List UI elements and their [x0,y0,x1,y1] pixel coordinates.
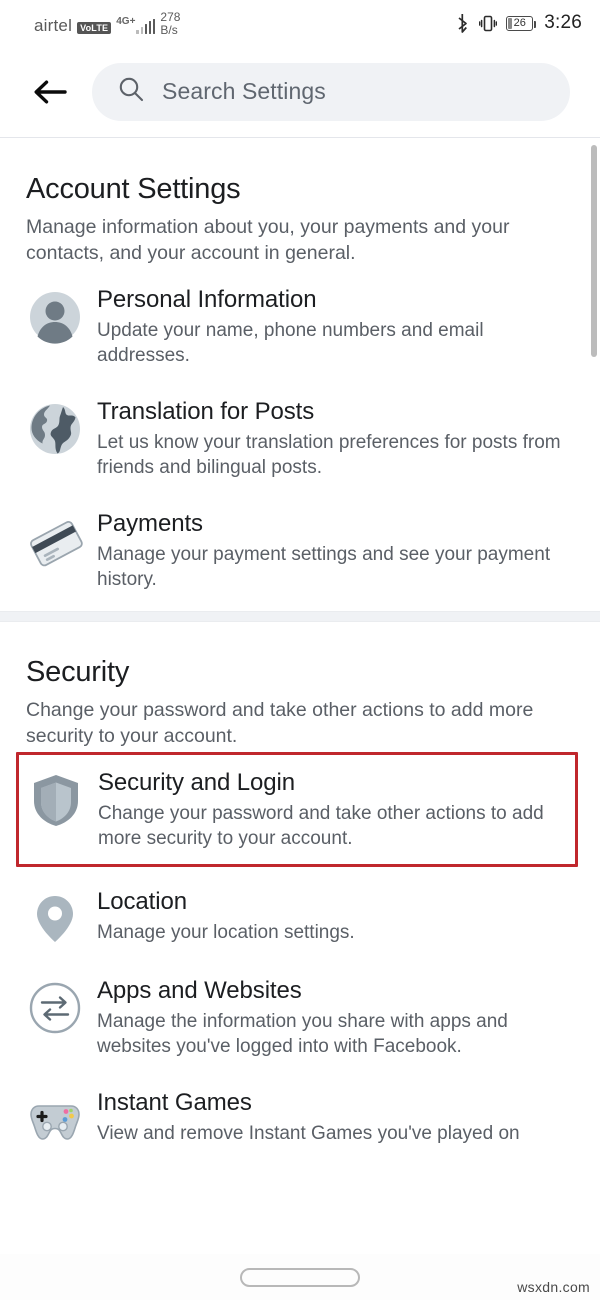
security-section-title: Security [26,655,130,688]
settings-row-personal-information[interactable]: Personal Information Update your name, p… [0,267,600,379]
settings-row-subtitle: Manage your payment settings and see you… [97,544,551,591]
status-bar-left: airtel VoLTE 4G+ 278 B/s [34,11,180,36]
credit-card-icon [26,512,84,570]
settings-row-subtitle: Manage your location settings. [97,922,355,944]
section-divider [0,610,600,622]
settings-row-subtitle: Manage the information you share with ap… [97,1011,508,1057]
settings-row-title: Instant Games [97,1088,252,1116]
settings-row-location[interactable]: Location Manage your location settings. [0,869,600,958]
location-pin-icon [26,890,84,948]
settings-row-instant-games[interactable]: Instant Games View and remove Instant Ga… [0,1070,600,1159]
data-speed-indicator: 278 B/s [160,11,180,36]
settings-row-body: Location Manage your location settings. [97,886,355,946]
settings-row-title: Location [97,887,187,915]
settings-row-body: Payments Manage your payment settings an… [97,508,567,593]
gamepad-icon [26,1091,84,1149]
status-bar: airtel VoLTE 4G+ 278 B/s 26 3:26 [0,0,600,46]
settings-row-translation-for-posts[interactable]: Translation for Posts Let us know your t… [0,379,600,491]
two-way-arrows-icon [26,979,84,1037]
settings-row-payments[interactable]: Payments Manage your payment settings an… [0,491,600,603]
bottom-navigation-bar [0,1254,600,1300]
data-speed-unit: B/s [160,22,178,37]
settings-scroll-area[interactable]: Account Settings Manage information abou… [0,139,600,1300]
home-indicator-pill[interactable] [240,1267,360,1287]
status-bar-right: 26 3:26 [455,12,582,34]
battery-indicator: 26 [506,15,537,31]
settings-row-subtitle: View and remove Instant Games you've pla… [97,1123,520,1145]
settings-row-subtitle: Update your name, phone numbers and emai… [97,320,484,367]
account-settings-header: Account Settings Manage information abou… [0,139,600,267]
back-arrow-icon [34,80,67,103]
settings-row-body: Apps and Websites Manage the information… [97,975,567,1060]
signal-strength-indicator: 4G+ [116,16,156,35]
security-section-description: Change your password and take other acti… [26,698,534,747]
content-fade-mask [0,1230,600,1254]
settings-row-subtitle: Let us know your translation preferences… [97,432,561,479]
settings-row-apps-and-websites[interactable]: Apps and Websites Manage the information… [0,958,600,1070]
carrier-label: airtel [34,16,73,36]
settings-row-body: Personal Information Update your name, p… [97,284,567,369]
settings-row-title: Personal Information [97,285,317,313]
battery-percent-label: 26 [513,16,526,29]
battery-fill [508,17,513,29]
account-settings-description: Manage information about you, your payme… [26,216,510,264]
settings-row-body: Translation for Posts Let us know your t… [97,396,567,481]
settings-row-title: Payments [97,509,203,537]
vertical-scrollbar[interactable] [591,145,597,357]
page-title: Account Settings [26,173,241,205]
settings-row-title: Translation for Posts [97,397,315,425]
section-account-settings: Account Settings Manage information abou… [0,139,600,611]
back-button[interactable] [28,70,72,114]
settings-row-security-and-login[interactable]: Security and Login Change your password … [16,751,578,867]
vibrate-icon [479,14,498,33]
person-avatar-icon [26,288,84,346]
search-input[interactable]: Search Settings [92,62,570,121]
globe-icon [26,400,84,458]
app-header: Search Settings [0,46,600,138]
settings-row-subtitle: Change your password and take other acti… [98,803,544,849]
signal-bars-icon [136,19,156,35]
watermark-label: wsxdn.com [517,1279,590,1295]
bluetooth-icon [455,13,470,33]
search-placeholder-text: Search Settings [162,78,326,104]
search-icon [118,76,144,107]
volte-badge: VoLTE [77,22,112,35]
settings-row-body: Security and Login Change your password … [98,767,548,852]
settings-row-title: Apps and Websites [97,976,302,1004]
security-header: Security Change your password and take o… [0,622,600,750]
clock-label: 3:26 [544,12,582,33]
settings-row-body: Instant Games View and remove Instant Ga… [97,1087,520,1147]
network-gen-label: 4G+ [116,16,136,28]
section-security: Security Change your password and take o… [0,621,600,1167]
shield-icon [27,771,85,829]
settings-row-title: Security and Login [98,768,295,796]
